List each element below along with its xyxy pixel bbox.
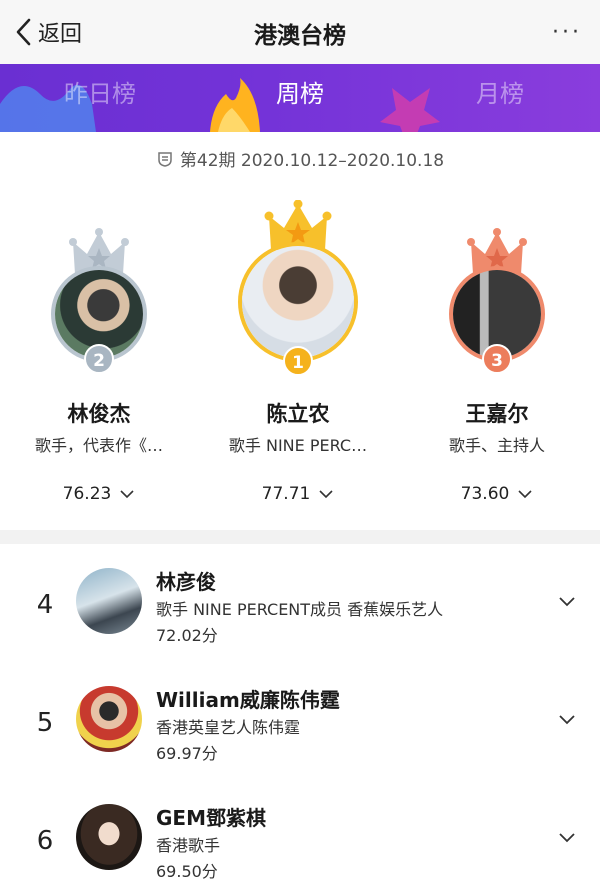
tab-yesterday[interactable]: 昨日榜 [0,74,200,109]
artist-desc: 歌手、主持人 [448,436,545,455]
period-text: 第42期 2020.10.12–2020.10.18 [179,151,445,171]
nav-bar: 返回 港澳台榜 ··· [0,0,600,64]
calendar-icon [158,151,172,167]
artist-name: William威廉陈伟霆 [156,688,340,712]
rank-number: 4 [36,590,54,620]
score-value: 76.23 [62,484,112,504]
chevron-down-icon[interactable] [558,714,576,726]
avatar [76,804,142,870]
more-icon[interactable]: ··· [552,20,582,45]
score-value: 69.97分 [156,744,218,763]
period-label: 第42期 2020.10.12–2020.10.18 [0,146,600,171]
score-value: 77.71 [261,484,311,504]
tab-monthly[interactable]: 月榜 [400,74,600,109]
score-toggle[interactable]: 77.71 [203,484,393,504]
podium-rank-2[interactable]: 2 林俊杰 歌手，代表作《… 76.23 [4,190,194,520]
rank-number: 5 [36,708,54,738]
list-item[interactable]: 5 William威廉陈伟霆 香港英皇艺人陈伟霆 69.97分 [0,672,600,790]
ranking-tabs: 昨日榜 周榜 月榜 [0,64,600,132]
artist-name: 王嘉尔 [465,402,529,426]
avatar [238,242,358,362]
rank-number: 6 [36,826,54,856]
page-title: 港澳台榜 [254,23,346,49]
rank-badge: 3 [482,344,512,374]
chevron-down-icon [518,490,532,499]
chevron-down-icon[interactable] [558,596,576,608]
podium-rank-3[interactable]: 3 王嘉尔 歌手、主持人 73.60 [402,190,592,520]
avatar [76,686,142,752]
artist-desc: 歌手 NINE PERCENT成员 香蕉娱乐艺人 [156,600,444,619]
artist-name: 陈立农 [266,402,330,426]
list-item[interactable]: 4 林彦俊 歌手 NINE PERCENT成员 香蕉娱乐艺人 72.02分 [0,554,600,672]
score-toggle[interactable]: 76.23 [4,484,194,504]
tab-weekly[interactable]: 周榜 [200,74,400,109]
chevron-down-icon [319,490,333,499]
rank-badge: 1 [283,346,313,376]
rank-badge: 2 [84,344,114,374]
artist-name: GEM鄧紫棋 [156,806,266,830]
artist-desc: 歌手 NINE PERC… [228,436,368,455]
chevron-down-icon[interactable] [558,832,576,844]
list-item[interactable]: 6 GEM鄧紫棋 香港歌手 69.50分 [0,790,600,892]
score-value: 69.50分 [156,862,218,881]
artist-name: 林彦俊 [156,570,216,594]
artist-desc: 歌手，代表作《… [34,436,163,455]
artist-desc: 香港英皇艺人陈伟霆 [156,718,301,737]
score-value: 73.60 [460,484,510,504]
section-divider [0,530,600,544]
avatar [76,568,142,634]
podium-rank-1[interactable]: 1 陈立农 歌手 NINE PERC… 77.71 [203,190,393,520]
score-toggle[interactable]: 73.60 [402,484,592,504]
artist-desc: 香港歌手 [156,836,221,855]
artist-name: 林俊杰 [67,402,131,426]
score-value: 72.02分 [156,626,218,645]
chevron-down-icon [120,490,134,499]
